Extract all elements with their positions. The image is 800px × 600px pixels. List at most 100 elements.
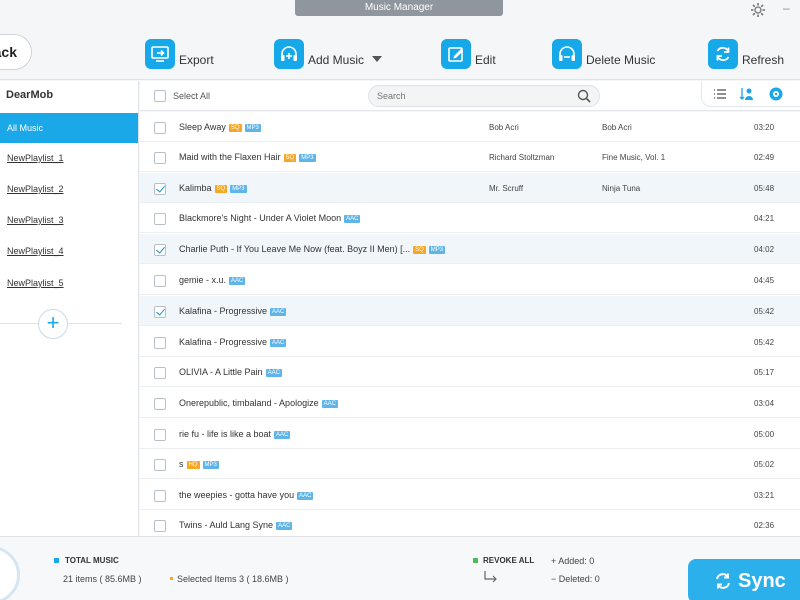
song-album: Bob Acri — [602, 123, 632, 132]
table-row[interactable]: OLIVIA - A Little Pain AAC 05:17 — [140, 357, 800, 387]
song-duration: 05:02 — [754, 460, 775, 469]
table-row[interactable]: Twins - Auld Lang Syne AAC 02:36 — [140, 510, 800, 536]
select-all-checkbox[interactable] — [154, 90, 166, 102]
return-arrow-icon — [484, 571, 497, 583]
table-row[interactable]: Blackmore's Night - Under A Violet Moon A… — [140, 203, 800, 233]
sidebar: DearMob All Music NewPlaylist_1 NewPlayl… — [0, 81, 139, 536]
row-checkbox[interactable] — [154, 306, 166, 318]
format-badge: AAC — [270, 339, 287, 347]
sq-badge: SQ — [228, 124, 242, 132]
row-checkbox[interactable] — [154, 244, 166, 256]
album-view-icon[interactable] — [768, 86, 784, 102]
music-list: Sleep Away SQ MP3 Bob Acri Bob Acri 03:20 … — [140, 112, 800, 536]
song-duration: 04:02 — [754, 245, 775, 254]
sync-icon — [716, 573, 730, 589]
format-badge: MP3 — [230, 185, 247, 193]
deleted-count: − Deleted: 0 — [551, 574, 600, 584]
row-checkbox[interactable] — [154, 213, 166, 225]
song-title: Kalafina - Progressive AAC — [179, 306, 287, 316]
row-checkbox[interactable] — [154, 520, 166, 532]
row-checkbox[interactable] — [154, 398, 166, 410]
table-row[interactable]: gemie - x.u. AAC 04:45 — [140, 265, 800, 295]
selected-count: Selected Items 3 ( 18.6MB ) — [177, 574, 289, 584]
headphones-remove-icon — [552, 39, 582, 69]
search-input[interactable] — [377, 89, 567, 103]
add-music-button[interactable]: Add Music — [274, 39, 383, 69]
table-row[interactable]: Charlie Puth - If You Leave Me Now (feat… — [140, 234, 800, 264]
row-checkbox[interactable] — [154, 275, 166, 287]
total-indicator — [54, 558, 59, 563]
delete-music-button[interactable]: Delete Music — [552, 39, 655, 69]
chevron-down-icon[interactable] — [372, 56, 383, 62]
table-row[interactable]: rie fu - life is like a boat AAC 05:00 — [140, 419, 800, 449]
selected-indicator — [170, 577, 173, 580]
sq-badge: SQ — [413, 246, 426, 254]
added-count: + Added: 0 — [551, 556, 595, 566]
song-title: rie fu - life is like a boat AAC — [179, 429, 291, 439]
format-badge: AAC — [276, 522, 293, 530]
row-checkbox[interactable] — [154, 122, 166, 134]
device-name: DearMob — [6, 89, 54, 101]
revoke-indicator — [473, 558, 478, 563]
song-title: gemie - x.u. AAC — [179, 275, 246, 285]
format-badge: AAC — [297, 492, 314, 500]
song-artist: Bob Acri — [489, 123, 519, 132]
song-title: s HQ MP3 — [179, 459, 219, 469]
format-badge: MP3 — [428, 246, 446, 254]
edit-button[interactable]: Edit — [441, 39, 496, 69]
search-icon[interactable] — [577, 89, 591, 103]
row-checkbox[interactable] — [154, 337, 166, 349]
refresh-button[interactable]: Refresh — [708, 39, 784, 69]
row-checkbox[interactable] — [154, 490, 166, 502]
total-music-label: TOTAL MUSIC — [65, 556, 119, 565]
row-checkbox[interactable] — [154, 459, 166, 471]
song-title: OLIVIA - A Little Pain AAC — [179, 367, 282, 377]
sync-button[interactable]: Sync — [688, 559, 800, 600]
export-icon — [145, 39, 175, 69]
table-row[interactable]: Onerepublic, timbaland - Apologize AAC 03… — [140, 388, 800, 418]
sidebar-item-playlist-3[interactable]: NewPlaylist_3 — [0, 205, 138, 235]
add-playlist-button[interactable]: + — [38, 309, 68, 339]
sidebar-item-playlist-5[interactable]: NewPlaylist_5 — [0, 268, 138, 298]
table-row[interactable]: Sleep Away SQ MP3 Bob Acri Bob Acri 03:20 — [140, 112, 800, 142]
status-footer: ree 89 GB TOTAL MUSIC 21 items ( 85.6MB … — [0, 536, 800, 600]
search-box — [368, 85, 600, 107]
export-button[interactable]: Export — [145, 39, 214, 69]
row-checkbox[interactable] — [154, 152, 166, 164]
table-row[interactable]: the weepies - gotta have you AAC 03:21 — [140, 480, 800, 510]
row-checkbox[interactable] — [154, 183, 166, 195]
table-row[interactable]: Maid with the Flaxen Hair SQ MP3 Richard S… — [140, 142, 800, 172]
song-duration: 04:45 — [754, 276, 775, 285]
gear-icon[interactable] — [750, 2, 766, 18]
row-checkbox[interactable] — [154, 367, 166, 379]
toolbar: ack Export Add Music Edit Delete Music R… — [0, 20, 800, 80]
headphones-add-icon — [274, 39, 304, 69]
song-album: Ninja Tuna — [602, 184, 641, 193]
table-row[interactable]: Kalafina - Progressive AAC 05:42 — [140, 296, 800, 326]
storage-gauge: ree 89 GB — [0, 546, 20, 600]
sidebar-item-playlist-1[interactable]: NewPlaylist_1 — [0, 143, 138, 173]
song-duration: 02:49 — [754, 153, 775, 162]
sidebar-item-all-music[interactable]: All Music — [0, 113, 138, 143]
list-header: Select All — [140, 81, 800, 111]
sidebar-item-playlist-4[interactable]: NewPlaylist_4 — [0, 236, 138, 266]
refresh-label: Refresh — [742, 53, 785, 67]
table-row[interactable]: Kalimba SQ MP3 Mr. Scruff Ninja Tuna 05:48 — [140, 173, 800, 203]
list-view-icon[interactable] — [712, 86, 728, 102]
back-button[interactable]: ack — [0, 34, 32, 70]
edit-icon — [441, 39, 471, 69]
table-row[interactable]: s HQ MP3 05:02 — [140, 449, 800, 479]
sidebar-item-playlist-2[interactable]: NewPlaylist_2 — [0, 174, 138, 204]
minimize-icon[interactable]: – — [783, 1, 797, 15]
song-duration: 04:21 — [754, 214, 775, 223]
edit-label: Edit — [475, 53, 496, 67]
song-title: Maid with the Flaxen Hair SQ MP3 — [179, 152, 316, 162]
song-duration: 05:42 — [754, 338, 775, 347]
table-row[interactable]: Kalafina - Progressive AAC 05:42 — [140, 327, 800, 357]
row-checkbox[interactable] — [154, 429, 166, 441]
revoke-all-button[interactable]: REVOKE ALL — [483, 556, 534, 565]
format-badge: MP3 — [299, 154, 316, 162]
song-title: Kalafina - Progressive AAC — [179, 337, 287, 347]
song-duration: 05:48 — [754, 184, 775, 193]
artist-sort-icon[interactable] — [739, 86, 755, 102]
